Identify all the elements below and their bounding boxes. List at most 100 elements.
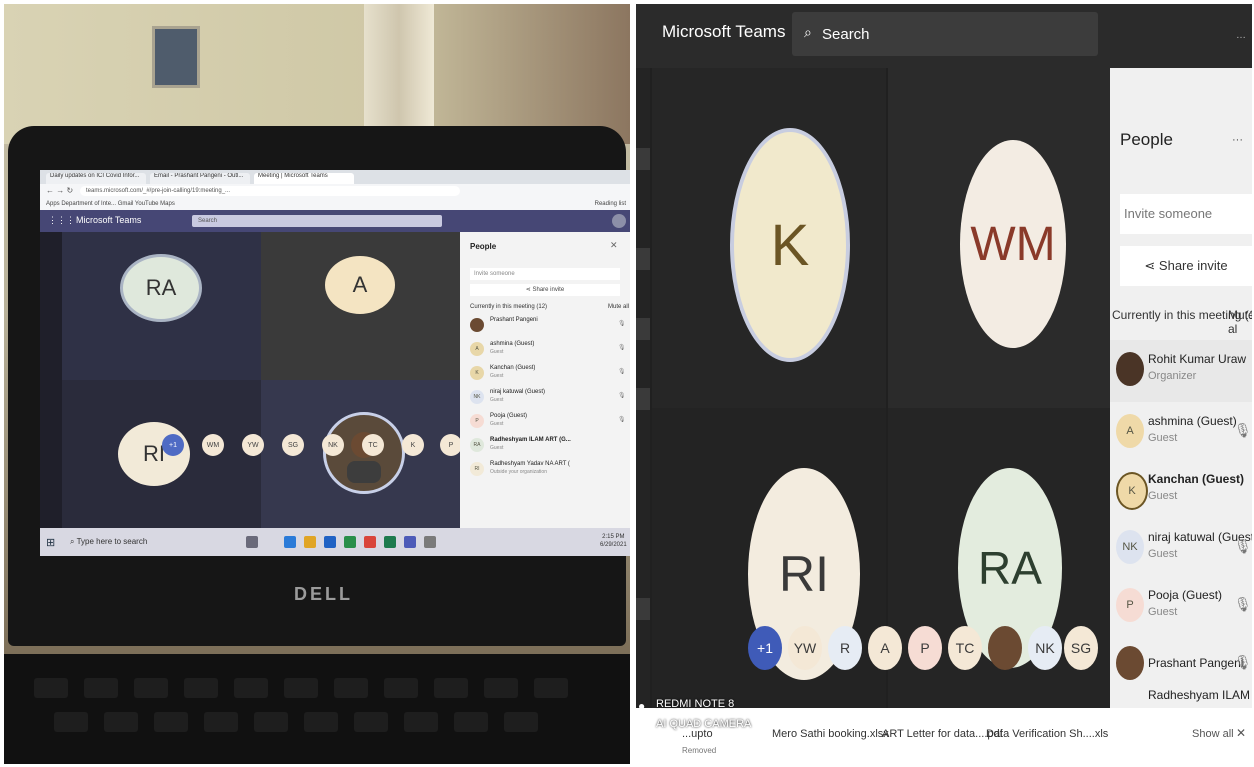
share-invite-button[interactable]: ⋖ Share invite bbox=[470, 284, 620, 296]
teams-nav-icon[interactable] bbox=[636, 248, 650, 270]
participant-bubble[interactable]: YW bbox=[788, 626, 822, 670]
participant-name: Prashant Pangeni bbox=[1148, 656, 1244, 670]
participant-photo-bubble[interactable] bbox=[988, 626, 1022, 670]
close-icon[interactable]: ✕ bbox=[610, 240, 618, 251]
keyboard-key bbox=[284, 678, 318, 698]
participant-name: ashmina (Guest) bbox=[490, 341, 535, 347]
participant-row[interactable]: Radheshyam ILAM ART (Gu bbox=[1110, 684, 1252, 708]
participant-avatar: WM bbox=[960, 140, 1066, 348]
participant-row[interactable]: RA Radheshyam ILAM ART (G... Guest bbox=[470, 436, 630, 458]
show-all-button[interactable]: Show all bbox=[1192, 728, 1234, 740]
browser-tab[interactable]: Daily updates on ICI Covid Infor... bbox=[46, 173, 146, 184]
browser-tab-active[interactable]: Meeting | Microsoft Teams bbox=[254, 173, 354, 184]
address-bar[interactable]: teams.microsoft.com/_#/pre-join-calling/… bbox=[80, 186, 460, 196]
share-invite-button[interactable]: ⋖ Share invite bbox=[1120, 246, 1252, 286]
settings-icon[interactable] bbox=[424, 536, 436, 548]
task-view-icon[interactable] bbox=[246, 536, 258, 548]
participant-row[interactable]: A ashmina (Guest) Guest 🎙 bbox=[1110, 402, 1252, 464]
participant-bubble[interactable]: P bbox=[440, 434, 462, 456]
participant-bubble[interactable]: NK bbox=[1028, 626, 1062, 670]
excel-icon[interactable] bbox=[344, 536, 356, 548]
participant-row[interactable]: K Kanchan (Guest) Guest 🎙 bbox=[470, 364, 630, 386]
word-icon[interactable] bbox=[384, 536, 396, 548]
calls-icon[interactable] bbox=[636, 388, 650, 410]
participant-row[interactable]: K Kanchan (Guest) Guest bbox=[1110, 460, 1252, 522]
calendar-icon[interactable] bbox=[636, 318, 650, 340]
participant-row-avatar: K bbox=[1116, 472, 1148, 510]
participant-bubble[interactable]: A bbox=[868, 626, 902, 670]
participant-bubble[interactable]: TC bbox=[948, 626, 982, 670]
participant-bubble[interactable]: K bbox=[402, 434, 424, 456]
reading-list-button[interactable]: Reading list bbox=[595, 198, 626, 210]
participant-row[interactable]: P Pooja (Guest) Guest 🎙 bbox=[470, 412, 630, 434]
mute-all-button[interactable]: Mute al bbox=[1228, 308, 1252, 336]
teams-taskbar-icon[interactable] bbox=[404, 536, 416, 548]
laptop-screen: Daily updates on ICI Covid Infor... Emai… bbox=[40, 170, 630, 556]
taskbar-search[interactable]: ⌕ Type here to search bbox=[62, 532, 222, 552]
participant-bubble[interactable]: R bbox=[828, 626, 862, 670]
teams-search-input[interactable]: ⌕ Search bbox=[792, 12, 1098, 56]
store-icon[interactable] bbox=[324, 536, 336, 548]
current-meeting-label[interactable]: Currently in this meeting (12) bbox=[470, 304, 547, 310]
participant-bubble[interactable]: SG bbox=[282, 434, 304, 456]
windows-start-icon[interactable]: ⊞ bbox=[46, 536, 55, 549]
participant-bubble[interactable]: TC bbox=[362, 434, 384, 456]
participant-row[interactable]: Prashant Pangeni 🎙 bbox=[470, 316, 630, 338]
invite-input[interactable]: Invite someone bbox=[470, 268, 620, 280]
activity-icon[interactable] bbox=[636, 148, 650, 170]
apps-icon[interactable] bbox=[636, 598, 650, 620]
teams-search-input[interactable]: Search bbox=[192, 215, 442, 227]
overflow-count[interactable]: +1 bbox=[162, 434, 184, 456]
close-icon[interactable]: ✕ bbox=[1236, 726, 1246, 740]
user-avatar[interactable] bbox=[612, 214, 626, 228]
participant-avatar: RA bbox=[120, 254, 202, 322]
overflow-count[interactable]: +1 bbox=[748, 626, 782, 670]
participant-role: Guest bbox=[490, 349, 504, 355]
participant-name: Kanchan (Guest) bbox=[1148, 472, 1245, 486]
app-launcher-icon[interactable]: ⋮⋮⋮ bbox=[48, 215, 75, 226]
participant-row-avatar: K bbox=[470, 366, 484, 380]
participant-row[interactable]: P Pooja (Guest) Guest 🎙 bbox=[1110, 576, 1252, 638]
participant-row[interactable]: RI Radheshyam Yadav NA ART ( Outside you… bbox=[470, 460, 630, 482]
participant-name: Rohit Kumar Uraw bbox=[1148, 352, 1247, 366]
file-explorer-icon[interactable] bbox=[304, 536, 316, 548]
keyboard-key bbox=[104, 712, 138, 732]
video-tile: RA bbox=[62, 232, 261, 380]
download-item[interactable]: ART Letter for data....pdf bbox=[882, 728, 1003, 740]
edge-icon[interactable] bbox=[284, 536, 296, 548]
search-icon: ⌕ bbox=[804, 24, 812, 40]
mic-off-icon: 🎙 bbox=[618, 345, 626, 351]
taskbar-clock[interactable]: 2:15 PM 6/29/2021 bbox=[600, 533, 627, 549]
participant-bubble[interactable]: SG bbox=[1064, 626, 1098, 670]
left-photo: Daily updates on ICI Covid Infor... Emai… bbox=[4, 4, 630, 764]
download-item[interactable]: Data Verification Sh....xls bbox=[986, 728, 1108, 740]
invite-input[interactable]: Invite someone bbox=[1120, 194, 1252, 234]
participant-bubble[interactable]: YW bbox=[242, 434, 264, 456]
participant-row-avatar: NK bbox=[470, 390, 484, 404]
participant-row[interactable]: NK niraj katuwal (Guest) Guest 🎙 bbox=[470, 388, 630, 410]
browser-tab[interactable]: Email - Prashant Pangeni - Outl... bbox=[150, 173, 250, 184]
participant-row-avatar bbox=[1116, 646, 1144, 680]
participant-bubble[interactable]: NK bbox=[322, 434, 344, 456]
chrome-icon[interactable] bbox=[364, 536, 376, 548]
mute-all-button[interactable]: Mute all bbox=[608, 304, 629, 310]
taskbar-date: 6/29/2021 bbox=[600, 542, 627, 548]
keyboard bbox=[4, 654, 630, 764]
participant-row[interactable]: A ashmina (Guest) Guest 🎙 bbox=[470, 340, 630, 362]
participant-row-avatar: A bbox=[470, 342, 484, 356]
participant-row[interactable]: NK niraj katuwal (Guest) Guest 🎙 bbox=[1110, 518, 1252, 580]
participant-bubble[interactable]: WM bbox=[202, 434, 224, 456]
video-tile: A bbox=[261, 232, 460, 380]
bookmarks-list[interactable]: Apps Department of Inte... Gmail YouTube… bbox=[46, 201, 175, 207]
download-item[interactable]: Mero Sathi booking.xlsx bbox=[772, 728, 889, 740]
more-options-icon[interactable]: … bbox=[1236, 30, 1246, 41]
keyboard-key bbox=[254, 712, 288, 732]
participant-role: Guest bbox=[1148, 490, 1178, 502]
participant-row[interactable]: Rohit Kumar Uraw Organizer bbox=[1110, 340, 1252, 402]
more-options-icon[interactable]: ··· bbox=[1232, 134, 1243, 146]
back-forward-icon[interactable]: ← → ↻ bbox=[46, 186, 73, 195]
keyboard-key bbox=[204, 712, 238, 732]
participant-avatar: K bbox=[730, 128, 850, 362]
participant-row-avatar: NK bbox=[1116, 530, 1144, 564]
participant-bubble[interactable]: P bbox=[908, 626, 942, 670]
